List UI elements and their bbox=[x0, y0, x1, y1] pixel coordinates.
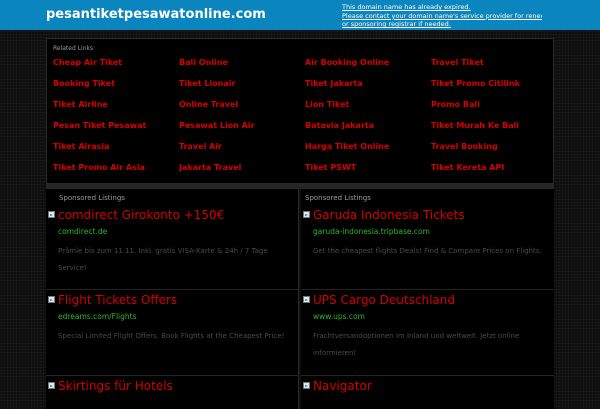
related-link[interactable]: Cheap Air Tiket bbox=[53, 58, 179, 79]
arrow-bullet-icon bbox=[48, 382, 55, 389]
related-link[interactable]: Harga Tiket Online bbox=[305, 142, 431, 163]
related-link[interactable]: Pesawat Lion Air bbox=[179, 121, 305, 142]
related-link[interactable]: Travel Air bbox=[179, 142, 305, 163]
related-link[interactable]: Tiket Murah Ke Bali bbox=[431, 121, 553, 142]
listing-description: Get the cheapest flights Deals! Find & C… bbox=[313, 247, 542, 255]
notice-line[interactable]: Please contact your domain name's servic… bbox=[342, 12, 542, 21]
listing-description: Special Limited Flight Offers. Book Flig… bbox=[58, 332, 285, 340]
listing-title[interactable]: Flight Tickets Offers bbox=[58, 293, 177, 307]
related-link[interactable]: Travel Booking bbox=[431, 142, 553, 163]
listing-divider bbox=[301, 375, 554, 376]
listing-description: Prämie bis zum 11.11. Inkl. gratis VISA-… bbox=[58, 247, 268, 272]
listing-title[interactable]: Garuda Indonesia Tickets bbox=[313, 208, 465, 222]
listing-url[interactable]: www.ups.com bbox=[313, 312, 365, 321]
listing-url[interactable]: garuda-indonesia.tripbase.com bbox=[313, 227, 430, 236]
listing-divider bbox=[301, 289, 554, 290]
listing-title[interactable]: Skirtings für Hotels bbox=[58, 379, 173, 393]
related-link[interactable]: Pesan Tiket Pesawat bbox=[53, 121, 179, 142]
related-link[interactable]: Tiket Kereta API bbox=[431, 163, 553, 184]
related-link[interactable]: Online Travel bbox=[179, 100, 305, 121]
top-banner: pesantiketpesawatonline.com This domain … bbox=[0, 0, 600, 30]
related-link[interactable]: Booking Tiket bbox=[53, 79, 179, 100]
arrow-bullet-icon bbox=[303, 296, 310, 303]
related-link[interactable]: Tiket Jakarta bbox=[305, 79, 431, 100]
related-link[interactable]: Travel Tiket bbox=[431, 58, 553, 79]
related-link[interactable]: Tiket Promo Citilink bbox=[431, 79, 553, 100]
listing-title[interactable]: UPS Cargo Deutschland bbox=[313, 293, 455, 307]
listing-divider bbox=[46, 289, 299, 290]
notice-line[interactable]: This domain name has already expired. bbox=[342, 3, 542, 12]
arrow-bullet-icon bbox=[303, 382, 310, 389]
listing-title[interactable]: Navigator bbox=[313, 379, 372, 393]
related-link[interactable]: Batavia Jakarta bbox=[305, 121, 431, 142]
sponsored-heading: Sponsored Listings bbox=[59, 194, 125, 202]
sponsored-heading: Sponsored Listings bbox=[305, 194, 371, 202]
related-link[interactable]: Tiket Airasia bbox=[53, 142, 179, 163]
related-link[interactable]: Tiket Airline bbox=[53, 100, 179, 121]
listing-divider bbox=[46, 375, 299, 376]
sponsored-column-right: Sponsored Listings Garuda Indonesia Tick… bbox=[301, 189, 554, 409]
listing-url[interactable]: comdirect.de bbox=[58, 227, 107, 236]
related-link[interactable]: Promo Bali bbox=[431, 100, 553, 121]
arrow-bullet-icon bbox=[303, 211, 310, 218]
listing-title[interactable]: comdirect Girokonto +150€ bbox=[58, 208, 224, 222]
expiry-notice[interactable]: This domain name has already expired. Pl… bbox=[342, 3, 542, 29]
arrow-bullet-icon bbox=[48, 211, 55, 218]
domain-title: pesantiketpesawatonline.com bbox=[46, 7, 266, 22]
related-links-panel: Related Links Cheap Air Tiket Bali Onlin… bbox=[46, 38, 554, 184]
notice-line[interactable]: or sponsoring registrar if needed. bbox=[342, 20, 542, 29]
listing-description: Frachtversandoptionen im Inland und welt… bbox=[313, 332, 520, 357]
related-link[interactable]: Tiket Lionair bbox=[179, 79, 305, 100]
related-link[interactable]: Tiket Promo Air Asia bbox=[53, 163, 179, 184]
arrow-bullet-icon bbox=[48, 296, 55, 303]
listing-url[interactable]: edreams.com/Flights bbox=[58, 312, 137, 321]
related-link[interactable]: Tiket PSWT bbox=[305, 163, 431, 184]
related-link[interactable]: Air Booking Online bbox=[305, 58, 431, 79]
related-links-heading: Related Links bbox=[53, 45, 94, 52]
related-link[interactable]: Bali Online bbox=[179, 58, 305, 79]
related-link[interactable]: Lion Tiket bbox=[305, 100, 431, 121]
related-links-grid: Cheap Air Tiket Bali Online Air Booking … bbox=[53, 58, 553, 184]
related-link[interactable]: Jakarta Travel bbox=[179, 163, 305, 184]
sponsored-column-left: Sponsored Listings comdirect Girokonto +… bbox=[46, 189, 299, 409]
